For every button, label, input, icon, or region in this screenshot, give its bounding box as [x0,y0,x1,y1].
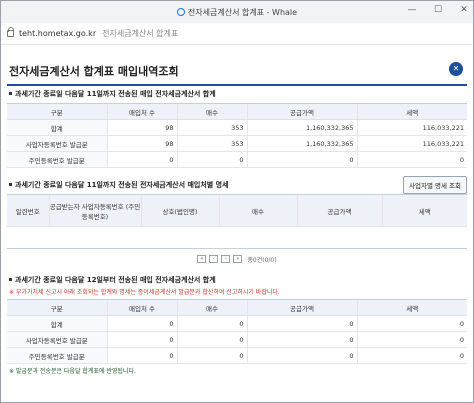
minimize-icon[interactable]: — [407,5,417,15]
page-count: 총0건(0/0) [247,256,277,264]
table-header-row: 구분 매입처 수 매수 공급가액 세액 [7,299,467,316]
col-header: 구분 [7,299,107,316]
lookup-by-business-button[interactable]: 사업자별 명세 조회 [403,176,467,194]
section2-table: 일련번호 공급받는자 사업자등록번호 (주민등록번호) 상호(법인명) 매수 공… [7,194,467,249]
table-row: 주민등록번호 발급분 0 0 0 0 [7,347,467,364]
table-row: 합계 98 353 1,160,332,365 116,033,221 [7,119,467,136]
section2-title: 과세기간 종료일 다음달 11일까지 전송된 전자세금계산서 매입처별 명세 [7,178,229,192]
table-row: 사업자등록번호 발급분 0 0 0 0 [7,331,467,348]
maximize-icon[interactable]: ☐ [433,5,443,15]
next-page-icon[interactable]: › [221,255,231,263]
table-header-row: 일련번호 공급받는자 사업자등록번호 (주민등록번호) 상호(법인명) 매수 공… [7,194,467,227]
close-window-icon[interactable]: ✕ [459,5,469,15]
close-popup-icon[interactable]: ✕ [449,62,463,76]
window-title-text: 전자세금계산서 합계표 - Whale [187,8,298,17]
col-header: 매입처 수 [106,299,177,316]
cell: 98 [106,135,177,152]
cell: 0 [356,347,467,364]
row-label: 사업자등록번호 발급분 [7,331,107,348]
window-title: 전자세금계산서 합계표 - Whale [1,7,473,18]
cell: 116,033,221 [356,119,467,136]
pagination: « ‹ › » 총0건(0/0) [7,251,467,267]
cell: 0 [176,331,247,348]
address-page-title: 전자세금계산서 합계표 [102,29,179,38]
address-host: teht.hometax.go.kr [19,29,97,38]
col-header: 매입처 수 [106,103,177,120]
cell: 0 [106,315,177,332]
cell: 116,033,221 [356,135,467,152]
empty-cell [7,226,467,249]
cell: 0 [246,347,357,364]
row-label: 합계 [7,315,107,332]
table-row: 합계 0 0 0 0 [7,315,467,332]
footer-note: ※ 발급분과 전송분은 다음달 합계표에 반영됩니다. [9,368,136,375]
browser-window: 전자세금계산서 합계표 - Whale — ☐ ✕ teht.hometax.g… [0,0,474,403]
col-header: 세액 [356,103,467,120]
col-header: 매수 [176,103,247,120]
cell: 0 [356,331,467,348]
cell: 0 [106,151,177,168]
header-divider [7,84,467,86]
col-header: 구분 [7,103,107,120]
section3-table: 구분 매입처 수 매수 공급가액 세액 합계 0 0 0 0 사업자등록번호 발… [7,299,467,364]
cell: 0 [356,151,467,168]
prev-page-icon[interactable]: ‹ [209,255,219,263]
cell: 0 [106,347,177,364]
section1-table: 구분 매입처 수 매수 공급가액 세액 합계 98 353 1,160,332,… [7,103,467,168]
col-header: 공급가액 [296,194,382,227]
col-header: 공급가액 [246,299,357,316]
first-page-icon[interactable]: « [197,255,207,263]
table-row: 사업자등록번호 발급분 98 353 1,160,332,365 116,033… [7,135,467,152]
col-header: 공급가액 [246,103,357,120]
row-label: 합계 [7,119,107,136]
lock-icon [7,27,14,37]
empty-row [7,226,467,249]
cell: 1,160,332,365 [246,119,357,136]
popup-header: 전자세금계산서 합계표 매입내역조회 ✕ [1,51,473,86]
cell: 353 [176,135,247,152]
page-icon [176,8,185,16]
title-bar: 전자세금계산서 합계표 - Whale — ☐ ✕ [1,1,473,23]
cell: 0 [176,151,247,168]
row-label: 사업자등록번호 발급분 [7,135,107,152]
col-header: 매수 [218,194,297,227]
table-header-row: 구분 매입처 수 매수 공급가액 세액 [7,103,467,120]
main-content: 과세기간 종료일 다음달 11일까지 전송된 매입 전자세금계산서 합계 구분 … [7,87,467,378]
section3-title: 과세기간 종료일 다음달 12일부터 전송된 매입 전자세금계산서 합계 [7,273,467,287]
col-header: 매수 [176,299,247,316]
row-label: 주민등록번호 발급분 [7,151,107,168]
cell: 0 [246,331,357,348]
col-header: 일련번호 [7,194,49,227]
cell: 0 [176,315,247,332]
cell: 0 [106,331,177,348]
cell: 0 [356,315,467,332]
cell: 1,160,332,365 [246,135,357,152]
table-row: 주민등록번호 발급분 0 0 0 0 [7,151,467,168]
cell: 0 [246,151,357,168]
cell: 98 [106,119,177,136]
cell: 0 [176,347,247,364]
last-page-icon[interactable]: » [233,255,243,263]
section2-header: 과세기간 종료일 다음달 11일까지 전송된 전자세금계산서 매입처별 명세 사… [7,176,467,194]
row-label: 주민등록번호 발급분 [7,347,107,364]
page-title: 전자세금계산서 합계표 매입내역조회 [9,65,179,78]
col-header: 세액 [381,194,467,227]
col-header: 상호(법인명) [140,194,219,227]
col-header: 공급받는자 사업자등록번호 (주민등록번호) [48,194,141,227]
section1-title: 과세기간 종료일 다음달 11일까지 전송된 매입 전자세금계산서 합계 [7,87,467,101]
filing-note: ※ 부가가치세 신고시 아래 조회되는 합계와 명세는 종이세금계산서 발급분과… [9,289,280,296]
col-header: 세액 [356,299,467,316]
cell: 353 [176,119,247,136]
address-bar[interactable]: teht.hometax.go.kr 전자세금계산서 합계표 [1,23,473,45]
cell: 0 [246,315,357,332]
window-controls: — ☐ ✕ [407,5,469,15]
